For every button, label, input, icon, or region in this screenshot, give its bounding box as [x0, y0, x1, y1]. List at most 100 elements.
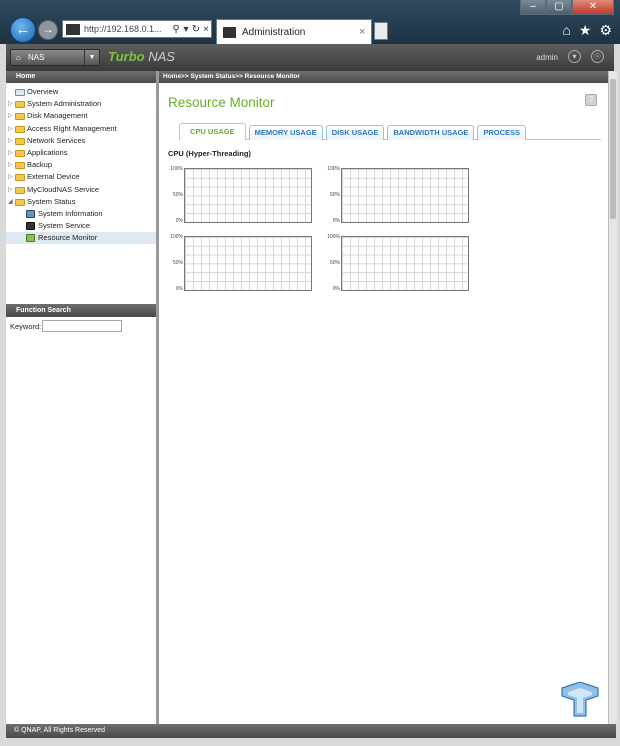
expand-arrow-icon[interactable]: ▷	[8, 159, 13, 171]
cpu-graph-4	[341, 236, 469, 291]
sidebar-item-external-device[interactable]: ▷ External Device	[6, 171, 156, 183]
y-tick-label: 0%	[175, 218, 183, 224]
tab-page-icon	[223, 26, 236, 38]
function-search-panel: Function Search Keyword:	[6, 304, 156, 337]
sidebar-item-access-right-management[interactable]: ▷ Access Right Management	[6, 123, 156, 135]
new-tab-button[interactable]	[374, 22, 388, 40]
y-tick-label: 50%	[172, 192, 183, 198]
cpu-graph-3	[184, 236, 312, 291]
sidebar-item-applications[interactable]: ▷ Applications	[6, 147, 156, 159]
sidebar-item-resource-monitor[interactable]: Resource Monitor	[6, 232, 156, 245]
maximize-button[interactable]: ▢	[546, 0, 572, 15]
user-name[interactable]: admin	[536, 53, 558, 62]
sidebar-item-system-information[interactable]: System Information	[6, 208, 156, 220]
keyword-input[interactable]	[42, 320, 122, 332]
close-tab-icon[interactable]: ×	[359, 26, 371, 38]
forward-button[interactable]: →	[38, 20, 58, 40]
sidebar-item-mycloudnas-service[interactable]: ▷ MyCloudNAS Service	[6, 184, 156, 196]
refresh-icon[interactable]: ↻	[191, 24, 201, 35]
y-tick-label: 0%	[332, 286, 340, 292]
tab-bar: CPU USAGE MEMORY USAGE DISK USAGE BANDWI…	[179, 123, 601, 140]
nav-tree: Overview ▷ System Administration ▷ Disk Ma…	[6, 83, 156, 245]
expand-arrow-icon[interactable]: ▷	[8, 147, 13, 159]
main-panel: Home>> System Status>> Resource Monitor …	[159, 71, 608, 724]
y-tick-label: 100%	[327, 166, 340, 172]
sidebar-item-network-services[interactable]: ▷ Network Services	[6, 135, 156, 147]
expand-arrow-icon[interactable]: ▷	[8, 171, 13, 183]
footer: © QNAP, All Rights Reserved	[6, 724, 616, 738]
nas-menu-button[interactable]: ⌂ NAS ▼	[10, 49, 100, 66]
sidebar-item-label: MyCloudNAS Service	[27, 184, 100, 194]
expand-arrow-icon[interactable]: ▷	[8, 98, 13, 110]
sidebar-item-label: Overview	[27, 87, 59, 96]
folder-icon	[15, 125, 25, 133]
chevron-down-icon: ▼	[84, 50, 99, 65]
stop-icon[interactable]: ×	[201, 24, 211, 35]
y-tick-label: 100%	[170, 166, 183, 172]
window-controls: – ▢ ✕	[520, 0, 614, 16]
tab-disk-usage[interactable]: DISK USAGE	[325, 125, 385, 140]
brand-nas: NAS	[144, 49, 175, 64]
overview-icon	[15, 89, 25, 96]
folder-icon	[15, 101, 25, 109]
close-window-button[interactable]: ✕	[572, 0, 614, 15]
browser-tab[interactable]: Administration ×	[216, 19, 372, 44]
tab-bandwidth-usage[interactable]: BANDWIDTH USAGE	[387, 125, 475, 140]
minimize-button[interactable]: –	[520, 0, 546, 15]
sidebar-item-system-status[interactable]: ◢ System Status	[6, 196, 156, 208]
globe-icon[interactable]: ☉	[591, 50, 604, 63]
sidebar-item-label: Backup	[27, 160, 53, 170]
sidebar-item-backup[interactable]: ▷ Backup	[6, 159, 156, 171]
tab-cpu-usage[interactable]: CPU USAGE	[179, 123, 246, 140]
sidebar-item-label: System Information	[38, 208, 103, 218]
home-icon[interactable]: ⌂	[562, 22, 570, 39]
keyword-row: Keyword:	[6, 317, 156, 337]
cpu-graph-1	[184, 168, 312, 223]
resource-monitor-icon	[26, 234, 35, 243]
y-tick-label: 100%	[170, 234, 183, 240]
browser-toolbar-icons: ⌂ ★ ⚙	[562, 22, 612, 39]
breadcrumb[interactable]: Home>> System Status>> Resource Monitor	[159, 71, 608, 83]
user-menu-icon[interactable]: ▾	[568, 50, 581, 63]
settings-gear-icon[interactable]: ⚙	[599, 22, 612, 39]
y-tick-label: 0%	[332, 218, 340, 224]
sidebar-item-overview[interactable]: Overview	[6, 86, 156, 98]
address-bar[interactable]: http://192.168.0.1... ⚲ ▾ ↻ ×	[62, 20, 212, 38]
sidebar-item-system-service[interactable]: System Service	[6, 220, 156, 232]
favorites-star-icon[interactable]: ★	[579, 22, 592, 39]
expand-arrow-icon[interactable]: ▷	[8, 123, 13, 135]
dropdown-icon[interactable]: ▾	[181, 24, 191, 35]
search-icon[interactable]: ⚲	[171, 24, 181, 35]
expand-arrow-icon[interactable]: ▷	[8, 110, 13, 122]
folder-icon	[15, 162, 25, 170]
tab-memory-usage[interactable]: MEMORY USAGE	[248, 125, 323, 140]
page-title: Resource Monitor	[168, 95, 275, 110]
y-tick-label: 0%	[175, 286, 183, 292]
help-icon[interactable]: ?	[585, 94, 597, 106]
sidebar-item-disk-management[interactable]: ▷ Disk Management	[6, 110, 156, 122]
sidebar-item-label: Access Right Management	[27, 123, 117, 133]
sidebar: Home Overview ▷ System Administration ▷ Di…	[6, 71, 159, 724]
system-information-icon	[26, 209, 35, 218]
y-tick-label: 50%	[329, 260, 340, 266]
url-text[interactable]: http://192.168.0.1...	[84, 24, 171, 34]
brand-logo: Turbo NAS	[108, 49, 175, 64]
watermark-logo	[561, 682, 599, 717]
y-tick-label: 50%	[172, 260, 183, 266]
scrollbar-thumb[interactable]	[610, 79, 616, 219]
folder-icon	[15, 113, 25, 121]
cpu-graph-2	[341, 168, 469, 223]
tab-process[interactable]: PROCESS	[477, 125, 527, 140]
collapse-arrow-icon[interactable]: ◢	[8, 196, 13, 208]
sidebar-item-system-administration[interactable]: ▷ System Administration	[6, 98, 156, 110]
sidebar-item-label: System Status	[27, 196, 76, 206]
y-tick-label: 50%	[329, 192, 340, 198]
tab-title: Administration	[242, 26, 306, 38]
back-button[interactable]: ←	[10, 17, 36, 43]
sidebar-title: Home	[6, 71, 156, 83]
system-service-icon	[26, 222, 35, 231]
expand-arrow-icon[interactable]: ▷	[8, 135, 13, 147]
expand-arrow-icon[interactable]: ▷	[8, 184, 13, 196]
vertical-scrollbar[interactable]	[608, 71, 617, 724]
page-icon	[66, 23, 80, 35]
